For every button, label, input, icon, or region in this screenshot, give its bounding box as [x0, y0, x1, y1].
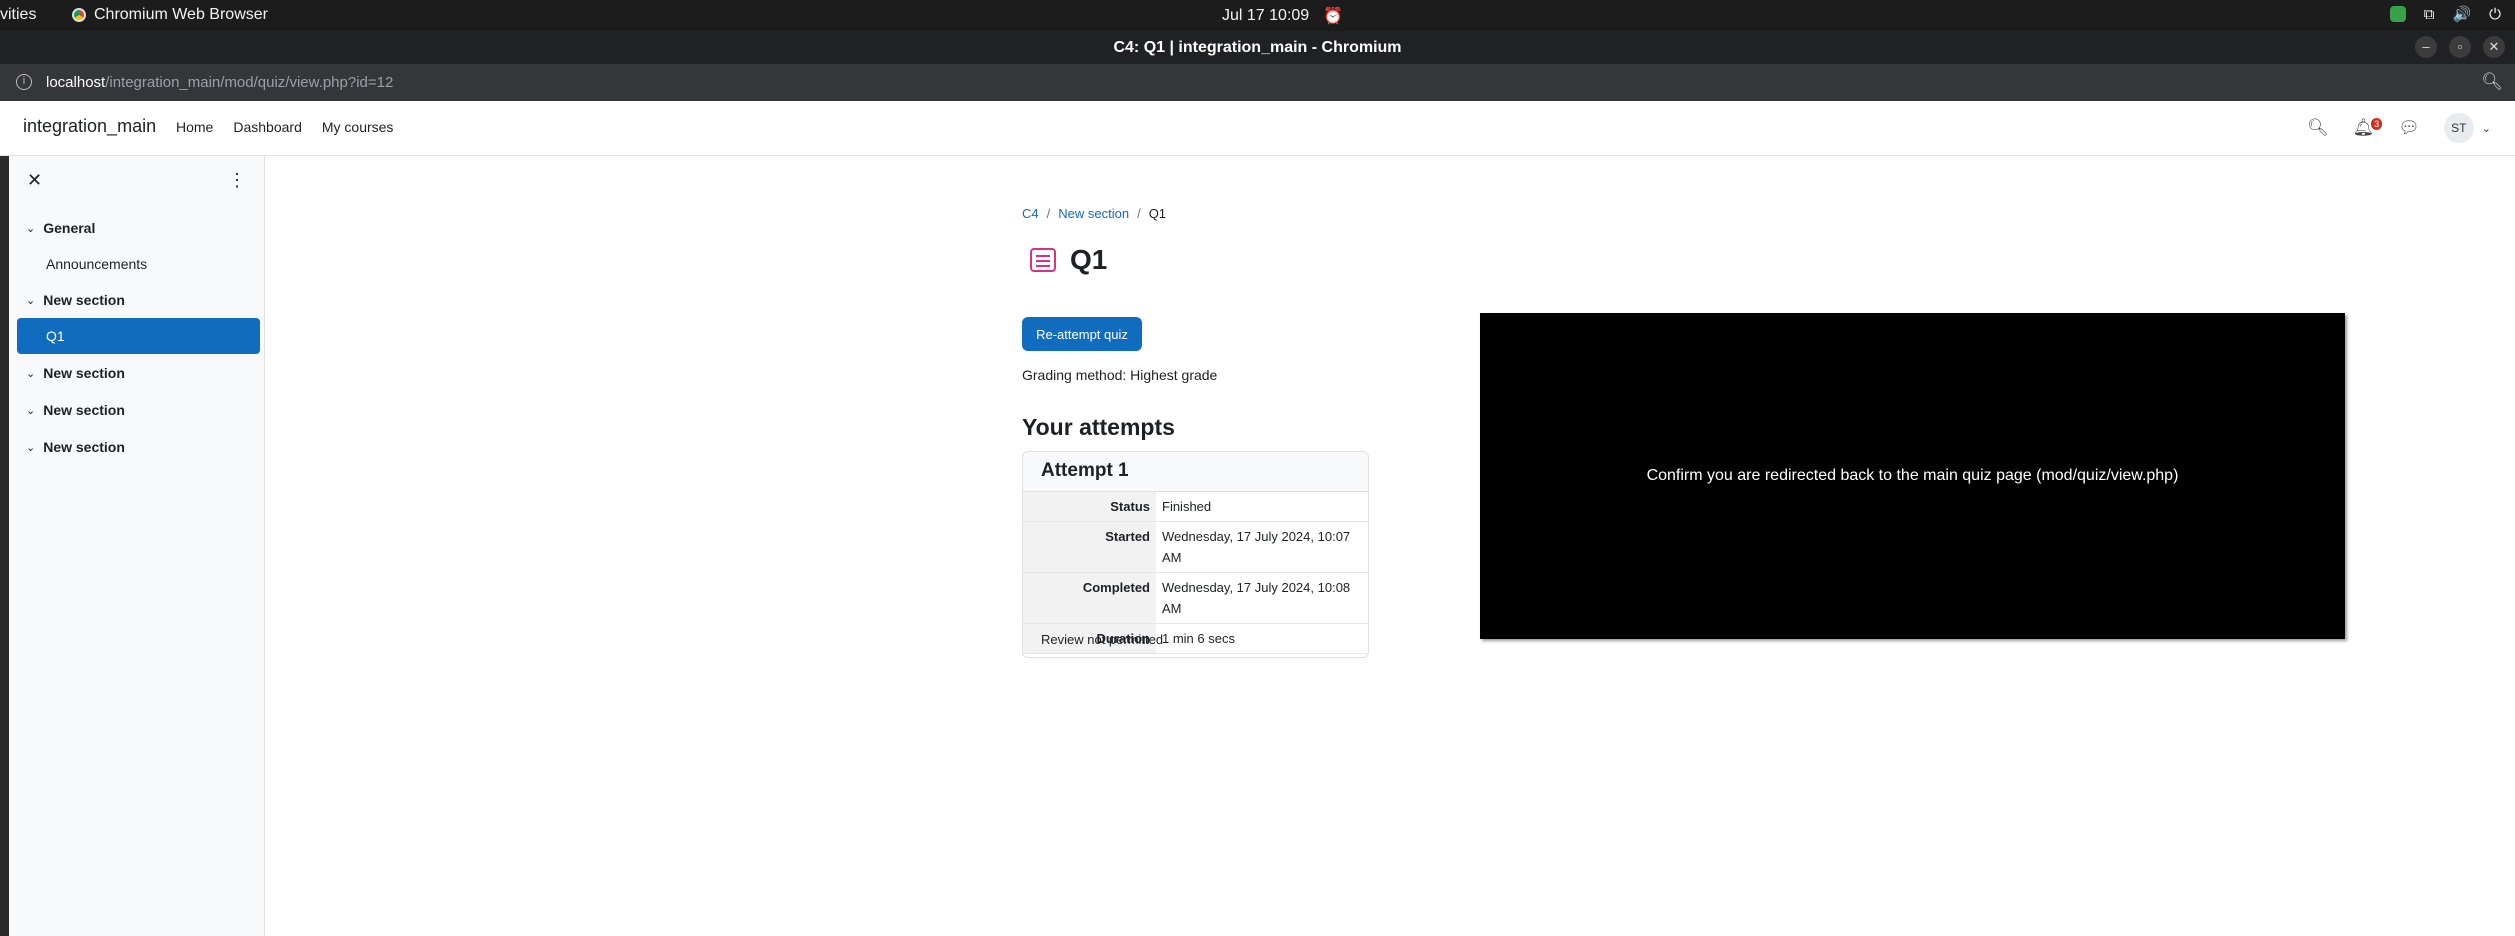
table-row: Started Wednesday, 17 July 2024, 10:07 A…: [1023, 521, 1368, 573]
close-drawer-icon[interactable]: ✕: [27, 170, 42, 191]
drawer-menu-icon[interactable]: ⋮: [228, 170, 246, 191]
page-title: Q1: [1070, 244, 1108, 275]
chevron-down-icon: ⌄: [26, 294, 36, 307]
breadcrumb-current: Q1: [1148, 206, 1167, 221]
breadcrumb-course[interactable]: C4: [1022, 206, 1039, 221]
minimize-button[interactable]: –: [2415, 36, 2437, 58]
system-top-bar: vities Chromium Web Browser Jul 17 10:09…: [0, 0, 2515, 31]
table-row: Completed Wednesday, 17 July 2024, 10:08…: [1023, 572, 1368, 624]
attempt-started: Wednesday, 17 July 2024, 10:07 AM: [1156, 521, 1368, 573]
section-new-2[interactable]: ⌄ New section: [26, 365, 125, 381]
attempt-duration: 1 min 6 secs: [1156, 623, 1368, 654]
attempt-status: Finished: [1156, 492, 1368, 522]
notification-badge: 3: [2371, 118, 2383, 130]
attempt-title: Attempt 1: [1023, 452, 1368, 492]
section-new-3[interactable]: ⌄ New section: [26, 402, 125, 418]
app-name: Chromium Web Browser: [94, 6, 268, 23]
volume-icon: 🔊: [2452, 6, 2472, 23]
browser-title-bar: C4: Q1 | integration_main - Chromium – ▫…: [0, 31, 2515, 64]
address-bar[interactable]: i localhost/integration_main/mod/quiz/vi…: [0, 64, 2515, 101]
chevron-down-icon: ⌄: [26, 222, 36, 235]
overlay-message: Confirm you are redirected back to the m…: [1646, 467, 2179, 484]
page-header: Q1: [1030, 244, 1107, 276]
moodle-navbar: integration_main Home Dashboard My cours…: [0, 101, 2515, 156]
window-title: C4: Q1 | integration_main - Chromium: [1113, 39, 1402, 56]
avatar: ST: [2443, 113, 2474, 143]
attempt-summary-table: Status Finished Started Wednesday, 17 Ju…: [1023, 492, 1368, 654]
breadcrumb-section[interactable]: New section: [1058, 206, 1129, 221]
chevron-down-icon: ⌄: [26, 367, 36, 380]
breadcrumb: C4 / New section / Q1: [1022, 206, 1167, 221]
nav-my-courses[interactable]: My courses: [322, 119, 394, 135]
review-status: Review not permitted: [1041, 632, 1164, 647]
maximize-button[interactable]: ▫: [2449, 36, 2471, 58]
user-menu[interactable]: ST ⌄: [2443, 113, 2491, 143]
course-index-drawer: ✕ ⋮ ⌄ General Announcements ⌄ New section …: [9, 156, 265, 936]
network-icon: ⧉: [2423, 5, 2435, 23]
reattempt-quiz-button[interactable]: Re-attempt quiz: [1022, 317, 1142, 351]
chevron-down-icon: ⌄: [26, 404, 36, 417]
clock[interactable]: Jul 17 10:09 ⏰: [1222, 6, 1343, 26]
nav-home[interactable]: Home: [176, 119, 213, 135]
alarm-icon: ⏰: [1323, 8, 1344, 25]
instruction-overlay: Confirm you are redirected back to the m…: [1480, 313, 2345, 639]
update-icon: [2389, 6, 2406, 22]
attempts-heading: Your attempts: [1022, 414, 1175, 440]
table-row: Status Finished: [1023, 492, 1368, 522]
activities-button[interactable]: vities: [0, 6, 36, 24]
grading-method: Grading method: Highest grade: [1022, 367, 1218, 383]
section-new-4[interactable]: ⌄ New section: [26, 439, 125, 455]
notifications-icon[interactable]: 🔔︎ 3: [2353, 118, 2383, 138]
system-tray[interactable]: ⧉ 🔊 ⏻: [2389, 5, 2501, 23]
url-text[interactable]: localhost/integration_main/mod/quiz/view…: [46, 74, 393, 91]
site-brand[interactable]: integration_main: [23, 116, 156, 137]
messages-icon[interactable]: 💬︎: [2398, 118, 2420, 138]
section-new-1[interactable]: ⌄ New section: [26, 292, 125, 308]
desktop-edge: [0, 156, 9, 936]
app-menu[interactable]: Chromium Web Browser: [72, 6, 268, 24]
course-item-announcements[interactable]: Announcements: [46, 256, 147, 272]
chevron-down-icon: ⌄: [26, 441, 36, 454]
search-icon[interactable]: 🔍︎: [2307, 118, 2329, 138]
course-item-q1[interactable]: Q1: [17, 318, 260, 354]
close-window-button[interactable]: ✕: [2483, 36, 2505, 58]
power-icon: ⏻: [2489, 5, 2501, 23]
chromium-icon: [72, 8, 86, 22]
nav-dashboard[interactable]: Dashboard: [233, 119, 302, 135]
section-general[interactable]: ⌄ General: [26, 220, 95, 236]
attempt-card: Attempt 1 Status Finished Started Wednes…: [1022, 451, 1369, 658]
site-info-icon[interactable]: i: [16, 74, 32, 90]
zoom-icon[interactable]: 🔍︎: [2481, 72, 2503, 92]
quiz-icon: [1030, 248, 1056, 272]
clock-text: Jul 17 10:09: [1222, 7, 1310, 24]
chevron-down-icon: ⌄: [2481, 122, 2491, 135]
attempt-completed: Wednesday, 17 July 2024, 10:08 AM: [1156, 572, 1368, 624]
